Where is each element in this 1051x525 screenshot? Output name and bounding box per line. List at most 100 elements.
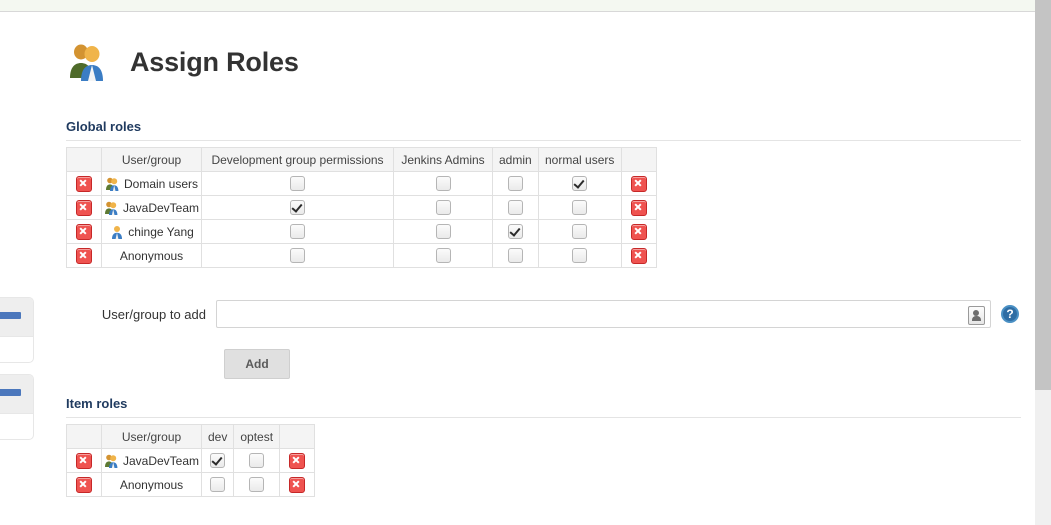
role-checkbox[interactable] (290, 224, 305, 240)
role-checkbox[interactable] (210, 453, 226, 469)
item-roles-table-wrapper: User/group dev optest JavaDevTeam Anonymous (66, 424, 316, 497)
role-cell (492, 195, 539, 220)
add-button[interactable]: Add (224, 349, 290, 379)
table-row: Anonymous (66, 243, 657, 268)
help-icon[interactable]: ? (1001, 305, 1019, 323)
role-cell (201, 243, 394, 268)
role-checkbox[interactable] (435, 176, 451, 192)
role-checkbox[interactable] (435, 200, 451, 216)
column-header-jenkins-admins: Jenkins Admins (393, 147, 493, 172)
sidebar-widget-box-2[interactable] (0, 374, 34, 440)
jenkins-assign-roles-page: Assign Roles Global roles User/group Deve… (0, 0, 1051, 525)
column-header-development-group-permissions: Development group permissions (201, 147, 394, 172)
role-checkbox[interactable] (572, 224, 588, 240)
user-group-name: Anonymous (119, 248, 184, 263)
role-checkbox[interactable] (507, 248, 523, 264)
user-group-name-cell: Anonymous (101, 472, 202, 497)
people-group-icon (66, 38, 114, 86)
role-cell (492, 219, 539, 244)
role-checkbox[interactable] (507, 224, 523, 240)
row-delete-gutter-header-right (620, 147, 657, 172)
page-title: Assign Roles (130, 46, 299, 77)
top-bar-strip (0, 0, 1035, 12)
table-row: JavaDevTeam (66, 195, 657, 220)
role-cell (201, 219, 394, 244)
role-cell (393, 195, 493, 220)
role-checkbox[interactable] (507, 200, 523, 216)
delete-icon[interactable] (630, 223, 647, 240)
delete-icon[interactable] (76, 247, 92, 264)
delete-icon[interactable] (76, 223, 92, 240)
row-delete-cell-right (620, 171, 657, 196)
delete-icon[interactable] (76, 452, 92, 469)
role-cell (233, 472, 281, 497)
column-header-dev: dev (200, 424, 235, 449)
delete-icon[interactable] (76, 175, 92, 192)
role-cell (393, 243, 493, 268)
column-header-optest: optest (233, 424, 281, 449)
sidebar-accent-bar-icon (0, 389, 21, 396)
role-cell (537, 219, 622, 244)
delete-icon[interactable] (76, 199, 92, 216)
item-roles-table: User/group dev optest JavaDevTeam Anonymous (66, 424, 316, 497)
role-checkbox[interactable] (210, 477, 226, 493)
role-cell (201, 195, 394, 220)
table-header-row: User/group dev optest (66, 424, 316, 449)
row-delete-cell-left (66, 171, 102, 196)
user-group-name-cell: JavaDevTeam (101, 448, 202, 473)
role-checkbox[interactable] (435, 224, 451, 240)
user-icon (109, 224, 125, 240)
row-delete-cell-left (66, 243, 102, 268)
role-cell (537, 243, 622, 268)
user-group-name: JavaDevTeam (122, 453, 200, 468)
role-checkbox[interactable] (435, 248, 451, 264)
page-scrollbar-track[interactable] (1035, 0, 1051, 525)
role-checkbox[interactable] (572, 176, 588, 192)
delete-icon[interactable] (289, 476, 306, 493)
section-header-item-roles: Item roles (66, 396, 1021, 418)
role-cell (200, 448, 235, 473)
row-delete-cell-left (66, 448, 102, 473)
delete-icon[interactable] (289, 452, 306, 469)
role-cell (393, 171, 493, 196)
user-group-name: chinge Yang (128, 224, 194, 239)
role-cell (201, 171, 394, 196)
table-row: Domain users (66, 171, 657, 196)
sidebar-widget-body-2 (0, 414, 33, 439)
sidebar-widget-box-1[interactable] (0, 297, 34, 363)
row-delete-cell-right (279, 448, 316, 473)
user-group-name-cell: Anonymous (101, 243, 202, 268)
user-group-input[interactable] (216, 300, 991, 328)
role-checkbox[interactable] (572, 248, 588, 264)
delete-icon[interactable] (630, 175, 647, 192)
sidebar-accent-bar-icon (0, 312, 21, 319)
delete-icon[interactable] (630, 199, 647, 216)
section-header-global-roles: Global roles (66, 119, 1021, 141)
column-header-user-group: User/group (101, 147, 202, 172)
role-checkbox[interactable] (572, 200, 588, 216)
role-checkbox[interactable] (290, 176, 305, 192)
row-delete-cell-right (620, 219, 657, 244)
add-user-group-input-shell (216, 300, 991, 328)
user-group-name: JavaDevTeam (122, 200, 200, 215)
add-user-group-label: User/group to add (101, 306, 206, 322)
row-delete-gutter-header-right (279, 424, 316, 449)
page-scrollbar-thumb[interactable] (1035, 0, 1051, 390)
role-cell (492, 171, 539, 196)
sidebar-widget-body-1 (0, 337, 33, 362)
role-checkbox[interactable] (249, 453, 265, 469)
group-icon (105, 176, 121, 192)
row-delete-gutter-header (66, 147, 102, 172)
role-checkbox[interactable] (290, 248, 305, 264)
delete-icon[interactable] (76, 476, 92, 493)
contact-picker-icon[interactable] (968, 306, 985, 325)
section-title-global-roles: Global roles (66, 119, 142, 134)
role-checkbox[interactable] (507, 176, 523, 192)
role-checkbox[interactable] (249, 477, 265, 493)
row-delete-cell-right (620, 243, 657, 268)
column-header-normal-users: normal users (537, 147, 622, 172)
role-cell (537, 195, 622, 220)
role-checkbox[interactable] (290, 200, 305, 216)
delete-icon[interactable] (630, 247, 647, 264)
row-delete-cell-left (66, 472, 102, 497)
